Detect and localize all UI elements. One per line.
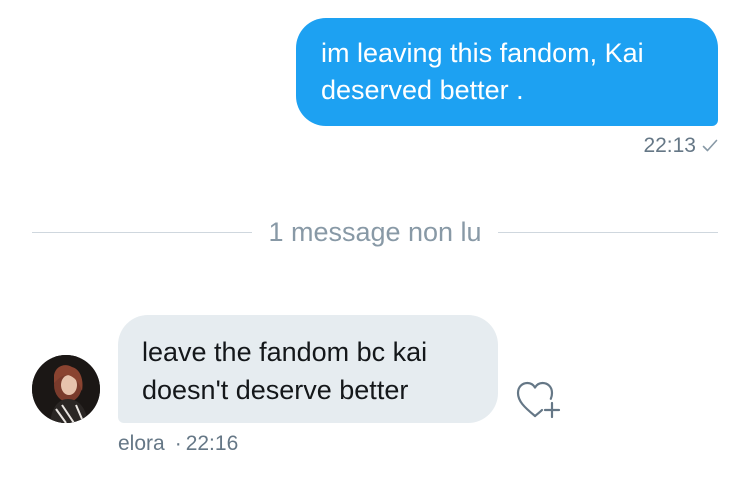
divider-line-left <box>32 231 253 233</box>
unread-divider: 1 message non lu <box>32 214 719 250</box>
sent-message-meta: 22:13 <box>643 134 718 158</box>
received-message-time: 22:16 <box>185 432 239 455</box>
received-message-meta: elora · 22:16 <box>118 432 238 456</box>
avatar[interactable] <box>32 355 100 423</box>
check-icon <box>702 139 718 153</box>
unread-label: 1 message non lu <box>268 216 482 247</box>
sent-message-time: 22:13 <box>643 134 696 157</box>
sender-name[interactable]: elora <box>118 432 165 456</box>
received-message-bubble[interactable]: leave the fandom bc kai doesn't deserve … <box>118 315 498 423</box>
sent-message-line-1: im leaving this fandom, Kai <box>321 38 644 68</box>
meta-separator: · <box>174 432 182 455</box>
sent-message-bubble[interactable]: im leaving this fandom, Kai deserved bet… <box>296 18 718 126</box>
divider-line-right <box>497 231 719 233</box>
heart-plus-icon[interactable] <box>516 381 564 421</box>
sent-message-line-2: deserved better . <box>321 75 524 105</box>
received-message-line-2: doesn't deserve better <box>142 375 409 405</box>
received-message-line-1: leave the fandom bc kai <box>142 337 428 367</box>
